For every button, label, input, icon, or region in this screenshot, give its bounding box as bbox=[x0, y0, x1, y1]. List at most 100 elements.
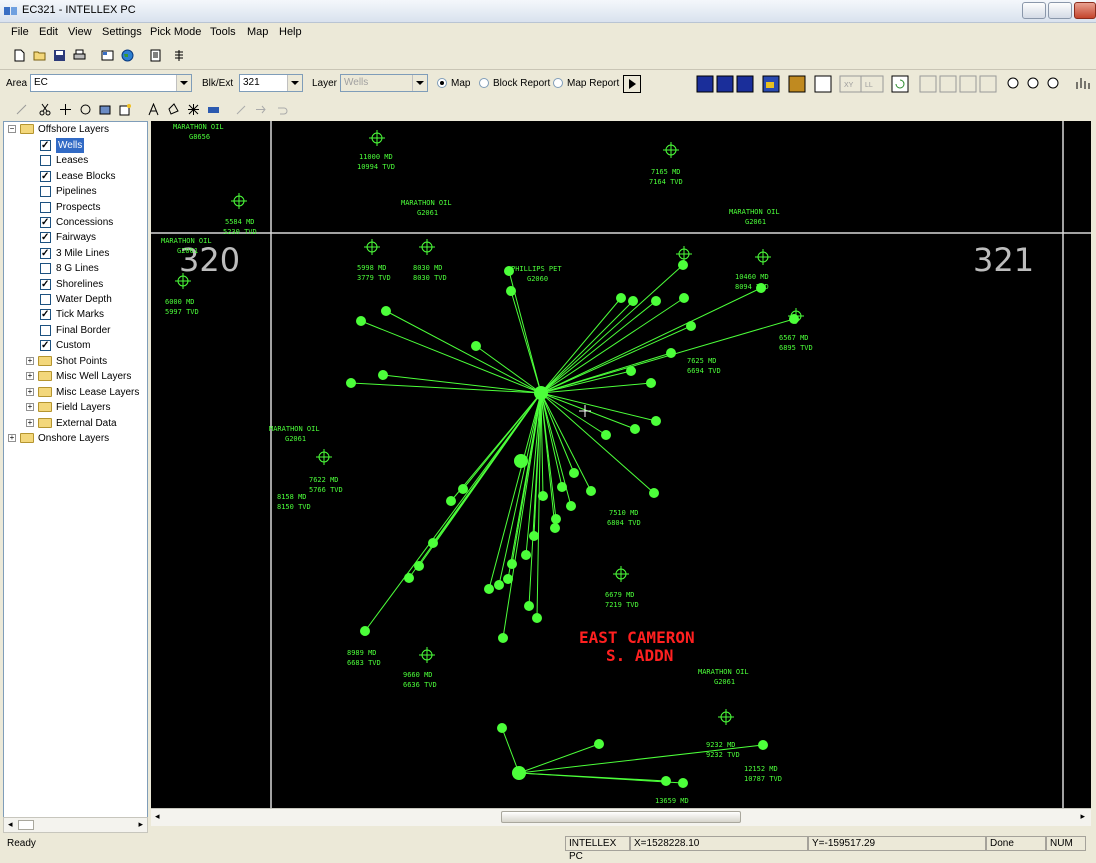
highlight-button[interactable] bbox=[116, 100, 135, 119]
well-dot[interactable] bbox=[679, 293, 689, 303]
layer-checkbox[interactable] bbox=[40, 215, 51, 230]
refresh-button[interactable] bbox=[891, 75, 909, 93]
menu-tools[interactable]: Tools bbox=[210, 26, 236, 38]
move-button[interactable] bbox=[56, 100, 75, 119]
layer-select[interactable]: Wells bbox=[340, 74, 428, 92]
well-dot[interactable] bbox=[497, 723, 507, 733]
select-button[interactable] bbox=[939, 75, 957, 93]
plugged-well-icon[interactable] bbox=[755, 249, 771, 265]
menu-help[interactable]: Help bbox=[279, 26, 302, 38]
print-button[interactable] bbox=[70, 46, 89, 65]
tree-horizontal-scrollbar[interactable]: ◂ ▸ bbox=[3, 817, 148, 833]
platform-hub[interactable] bbox=[512, 766, 526, 780]
menu-pick-mode[interactable]: Pick Mode bbox=[150, 26, 201, 38]
plugged-well-icon[interactable] bbox=[676, 246, 692, 262]
well-dot[interactable] bbox=[661, 776, 671, 786]
well-dot[interactable] bbox=[758, 740, 768, 750]
menu-view[interactable]: View bbox=[68, 26, 92, 38]
plugged-well-icon[interactable] bbox=[364, 239, 380, 255]
map-canvas[interactable]: 320 321 MARATHON OIL G8656 MARATHON OIL G20… bbox=[151, 121, 1091, 808]
menu-edit[interactable]: Edit bbox=[39, 26, 58, 38]
well-dot[interactable] bbox=[507, 559, 517, 569]
well-dot[interactable] bbox=[594, 739, 604, 749]
layer-checkbox[interactable] bbox=[40, 277, 51, 292]
well-dot[interactable] bbox=[666, 348, 676, 358]
rotate-button[interactable] bbox=[76, 100, 95, 119]
well-dot[interactable] bbox=[616, 293, 626, 303]
arrow-tool-button[interactable] bbox=[252, 100, 271, 119]
zoom-window-icon[interactable] bbox=[1027, 77, 1039, 89]
well-dot[interactable] bbox=[586, 486, 596, 496]
stop-button[interactable] bbox=[979, 75, 997, 93]
plugged-well-icon[interactable] bbox=[613, 566, 629, 582]
pointer-button[interactable] bbox=[919, 75, 937, 93]
well-dot[interactable] bbox=[378, 370, 388, 380]
menu-file[interactable]: File bbox=[11, 26, 29, 38]
line-tool-button[interactable] bbox=[232, 100, 251, 119]
platform-hub[interactable] bbox=[534, 386, 548, 400]
new-file-button[interactable] bbox=[10, 46, 29, 65]
measure-button[interactable] bbox=[12, 100, 31, 119]
well-dot[interactable] bbox=[651, 296, 661, 306]
well-dot[interactable] bbox=[569, 468, 579, 478]
expand-icon[interactable]: + bbox=[26, 418, 34, 427]
label-tool-button[interactable] bbox=[204, 100, 223, 119]
well-dot[interactable] bbox=[646, 378, 656, 388]
well-dot[interactable] bbox=[532, 613, 542, 623]
well-dot[interactable] bbox=[651, 416, 661, 426]
globe-button[interactable] bbox=[118, 46, 137, 65]
menu-settings[interactable]: Settings bbox=[102, 26, 142, 38]
platform-hub[interactable] bbox=[514, 454, 528, 468]
properties-button[interactable] bbox=[98, 46, 117, 65]
well-dot[interactable] bbox=[630, 424, 640, 434]
well-dot[interactable] bbox=[550, 523, 560, 533]
scroll-right-icon[interactable]: ▸ bbox=[1080, 811, 1085, 822]
well-dot[interactable] bbox=[356, 316, 366, 326]
select-box-button[interactable] bbox=[959, 75, 977, 93]
layer-checkbox[interactable] bbox=[40, 155, 51, 167]
save-button[interactable] bbox=[50, 46, 69, 65]
well-dot[interactable] bbox=[414, 561, 424, 571]
menu-map[interactable]: Map bbox=[247, 26, 268, 38]
plugged-well-icon[interactable] bbox=[663, 142, 679, 158]
expand-icon[interactable]: + bbox=[26, 372, 34, 381]
plugged-well-icon[interactable] bbox=[231, 193, 247, 209]
report-button[interactable] bbox=[146, 46, 165, 65]
layer-checkbox[interactable] bbox=[40, 263, 51, 275]
well-dot[interactable] bbox=[557, 482, 567, 492]
open-button[interactable] bbox=[30, 46, 49, 65]
plugged-well-icon[interactable] bbox=[419, 239, 435, 255]
well-dot[interactable] bbox=[628, 296, 638, 306]
map-horizontal-scrollbar[interactable]: ◂ ▸ bbox=[151, 808, 1091, 826]
maximize-button[interactable] bbox=[1048, 2, 1072, 19]
pan-hand-icon[interactable] bbox=[1076, 78, 1090, 89]
expand-icon[interactable]: + bbox=[26, 387, 34, 396]
well-dot[interactable] bbox=[494, 580, 504, 590]
plugged-well-icon[interactable] bbox=[718, 709, 734, 725]
collapse-icon[interactable]: − bbox=[8, 125, 16, 133]
expand-icon[interactable]: + bbox=[26, 403, 34, 412]
layer-checkbox[interactable] bbox=[40, 307, 51, 322]
layers-button[interactable] bbox=[170, 46, 189, 65]
layer-checkbox[interactable] bbox=[40, 338, 51, 353]
well-dot[interactable] bbox=[506, 286, 516, 296]
well-dot[interactable] bbox=[498, 633, 508, 643]
zoom-out-icon[interactable] bbox=[1047, 77, 1059, 89]
symbol-tool-button[interactable] bbox=[184, 100, 203, 119]
plugged-well-icon[interactable] bbox=[419, 647, 435, 663]
scroll-thumb[interactable] bbox=[501, 811, 741, 823]
scroll-left-icon[interactable]: ◂ bbox=[155, 811, 160, 822]
go-button[interactable] bbox=[623, 75, 641, 93]
layer-checkbox[interactable] bbox=[40, 324, 51, 336]
well-dot[interactable] bbox=[626, 366, 636, 376]
well-dot[interactable] bbox=[471, 341, 481, 351]
layer-checkbox[interactable] bbox=[40, 186, 51, 198]
map-style-buttons[interactable] bbox=[696, 75, 832, 93]
plugged-well-icon[interactable] bbox=[316, 449, 332, 465]
well-dot[interactable] bbox=[678, 260, 688, 270]
well-dot[interactable] bbox=[346, 378, 356, 388]
expand-icon[interactable]: + bbox=[26, 357, 34, 365]
layer-checkbox[interactable] bbox=[40, 246, 51, 261]
well-dot[interactable] bbox=[686, 321, 696, 331]
layer-checkbox[interactable] bbox=[40, 294, 51, 305]
